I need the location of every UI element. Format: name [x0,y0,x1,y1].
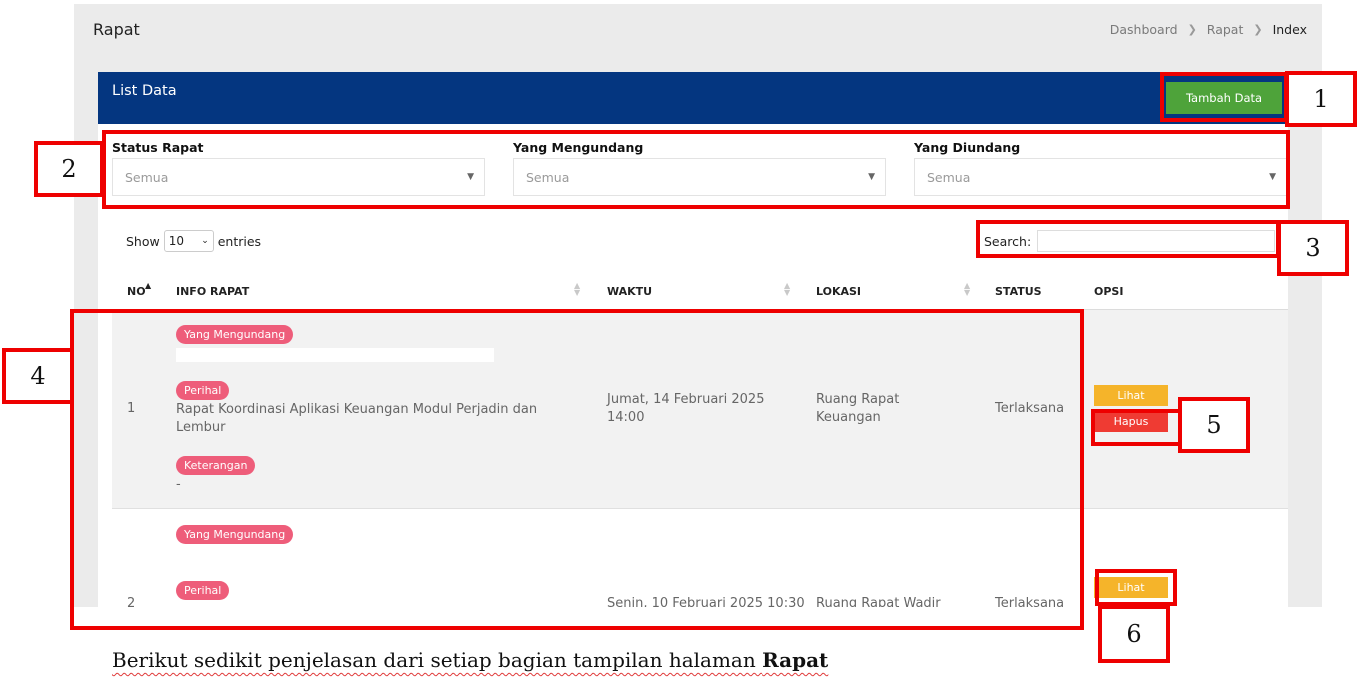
lihat-button[interactable]: Lihat [1094,385,1168,406]
chevron-right-icon: ❯ [1187,23,1197,36]
row-number: 2 [127,596,136,607]
sort-icon: ▲ ▼ [784,281,791,297]
filter-label: Status Rapat [112,140,204,155]
tambah-data-button[interactable]: Tambah Data [1166,82,1282,114]
column-header-waktu[interactable]: WAKTU [607,285,652,298]
caret-down-icon: ▼ [868,172,875,182]
search-label: Search: [984,233,1032,249]
caret-down-icon: ▼ [1269,172,1276,182]
entries-length-select[interactable]: 10 ⌄ [163,230,214,252]
column-header-lokasi[interactable]: LOKASI [816,285,861,298]
filter-label: Yang Mengundang [513,140,644,155]
meeting-location: Ruang Rapat Wadir [816,596,941,607]
callout-2: 2 [34,141,104,197]
select-value: Semua [125,169,169,185]
sort-icon: ▲ ▼ [964,281,971,297]
callout-4: 4 [2,348,74,404]
entries-label: entries [217,233,262,249]
page-title: Rapat [93,20,140,39]
caret-down-icon: ▼ [467,172,474,182]
breadcrumb: Dashboard ❯ Rapat ❯ Index [1110,22,1307,37]
column-header-opsi: OPSI [1094,285,1124,298]
show-label: Show [126,233,160,249]
yang-diundang-select[interactable]: Semua ▼ [914,158,1287,196]
app-screenshot: Rapat Dashboard ❯ Rapat ❯ Index List Dat… [74,4,1322,607]
meeting-time: Senin, 10 Februari 2025 10:30 [607,596,805,607]
filter-yang-mengundang: Yang Mengundang Semua ▼ [513,140,886,196]
badge-perihal: Perihal [176,381,230,400]
row-number: 1 [127,401,136,416]
badge-perihal: Perihal [176,581,230,600]
meeting-note: - [176,477,181,492]
callout-1: 1 [1285,71,1357,127]
callout-6: 6 [1098,605,1170,663]
yang-mengundang-select[interactable]: Semua ▼ [513,158,886,196]
breadcrumb-dashboard[interactable]: Dashboard [1110,22,1178,37]
breadcrumb-rapat[interactable]: Rapat [1207,22,1244,37]
hapus-button[interactable]: Hapus [1094,411,1168,432]
column-header-no[interactable]: NO [127,285,146,298]
table-row: 1 Yang Mengundang Perihal Rapat Koordina… [112,310,1288,509]
inviter-value [176,348,494,362]
select-value: Semua [927,169,971,185]
table-search: Search: [984,230,1276,252]
badge-yang-mengundang: Yang Mengundang [176,325,294,344]
card-title: List Data [112,83,177,99]
caption-bold: Rapat [762,648,829,672]
chevron-down-icon: ⌄ [201,236,209,246]
caption-text: Berikut sedikit penjelasan dari setiap b… [112,648,763,672]
list-data-card: List Data Tambah Data Status Rapat Semua… [98,72,1288,607]
sort-icon: ▲ ▼ [574,281,581,297]
breadcrumb-current: Index [1272,22,1307,37]
callout-5: 5 [1178,397,1250,453]
meeting-status: Terlaksana [995,401,1065,416]
card-header: List Data Tambah Data [98,72,1288,124]
show-entries: Show 10 ⌄ entries [126,230,261,252]
table-row: 2 Yang Mengundang Perihal Senin, 10 Febr… [112,509,1288,607]
lihat-button[interactable]: Lihat [1094,577,1168,598]
search-input[interactable] [1037,230,1276,252]
status-rapat-select[interactable]: Semua ▼ [112,158,485,196]
column-header-info-rapat[interactable]: INFO RAPAT [176,285,249,298]
meeting-time: Jumat, 14 Februari 2025 14:00 [607,392,765,425]
caption: Berikut sedikit penjelasan dari setiap b… [112,648,828,672]
sort-asc-icon: ▲ [145,281,152,290]
chevron-right-icon: ❯ [1253,23,1263,36]
table-header: NO ▲ INFO RAPAT ▲ ▼ WAKTU ▲ ▼ LOKASI ▲ ▼ ST… [112,272,1288,310]
badge-keterangan: Keterangan [176,456,256,475]
badge-yang-mengundang: Yang Mengundang [176,525,294,544]
select-value: Semua [526,169,570,185]
filter-label: Yang Diundang [914,140,1021,155]
column-header-status: STATUS [995,285,1042,298]
meeting-location: Ruang Rapat Keuangan [816,392,900,425]
meeting-subject: Rapat Koordinasi Aplikasi Keuangan Modul… [176,402,538,435]
entries-value: 10 [168,234,185,248]
meeting-status: Terlaksana [995,596,1065,607]
filter-status-rapat: Status Rapat Semua ▼ [112,140,485,196]
callout-3: 3 [1277,220,1349,276]
filter-yang-diundang: Yang Diundang Semua ▼ [914,140,1287,196]
